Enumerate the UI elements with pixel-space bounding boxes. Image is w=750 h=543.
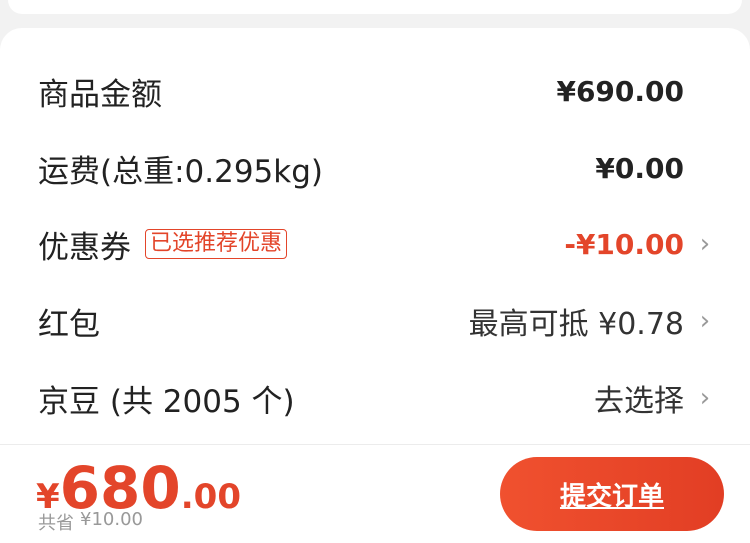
goods-amount-value: ¥690.00 xyxy=(556,74,684,108)
order-summary-card: 商品金额 ¥690.00 运费(总重:0.295kg) ¥0.00 优惠券 已选… xyxy=(0,28,750,448)
coupon-label: 优惠券 xyxy=(38,229,131,266)
checkout-bar: ¥ 680 .00 共省 ¥10.00 提交订单 xyxy=(0,444,750,543)
goods-amount-row: 商品金额 ¥690.00 xyxy=(38,71,712,113)
red-packet-label: 红包 xyxy=(38,306,100,343)
previous-card-edge xyxy=(8,0,742,14)
shipping-value: ¥0.00 xyxy=(595,151,684,185)
coupon-value: -¥10.00 xyxy=(564,227,684,261)
shipping-row: 运费(总重:0.295kg) ¥0.00 xyxy=(38,148,712,190)
shipping-label: 运费(总重:0.295kg) xyxy=(38,153,324,190)
goods-amount-label: 商品金额 xyxy=(38,76,162,113)
saved-label: 共省 xyxy=(38,513,74,534)
recommended-coupon-badge: 已选推荐优惠 xyxy=(145,228,288,260)
saved-value: ¥10.00 xyxy=(80,509,143,530)
jd-beans-label: 京豆 (共 2005 个) xyxy=(38,383,295,420)
jd-beans-row[interactable]: 京豆 (共 2005 个) 去选择 › xyxy=(38,378,712,420)
total-decimal: .00 xyxy=(180,477,241,517)
red-packet-value: 最高可抵 ¥0.78 xyxy=(468,307,684,342)
jd-beans-value: 去选择 xyxy=(594,384,684,419)
total-saved: 共省 ¥10.00 xyxy=(38,509,143,535)
submit-order-button[interactable]: 提交订单 xyxy=(500,457,724,531)
coupon-row[interactable]: 优惠券 已选推荐优惠 -¥10.00 › xyxy=(38,224,712,266)
chevron-right-icon[interactable]: › xyxy=(698,383,712,413)
red-packet-row[interactable]: 红包 最高可抵 ¥0.78 › xyxy=(38,301,712,343)
chevron-right-icon[interactable]: › xyxy=(698,306,712,336)
chevron-right-icon[interactable]: › xyxy=(698,229,712,259)
